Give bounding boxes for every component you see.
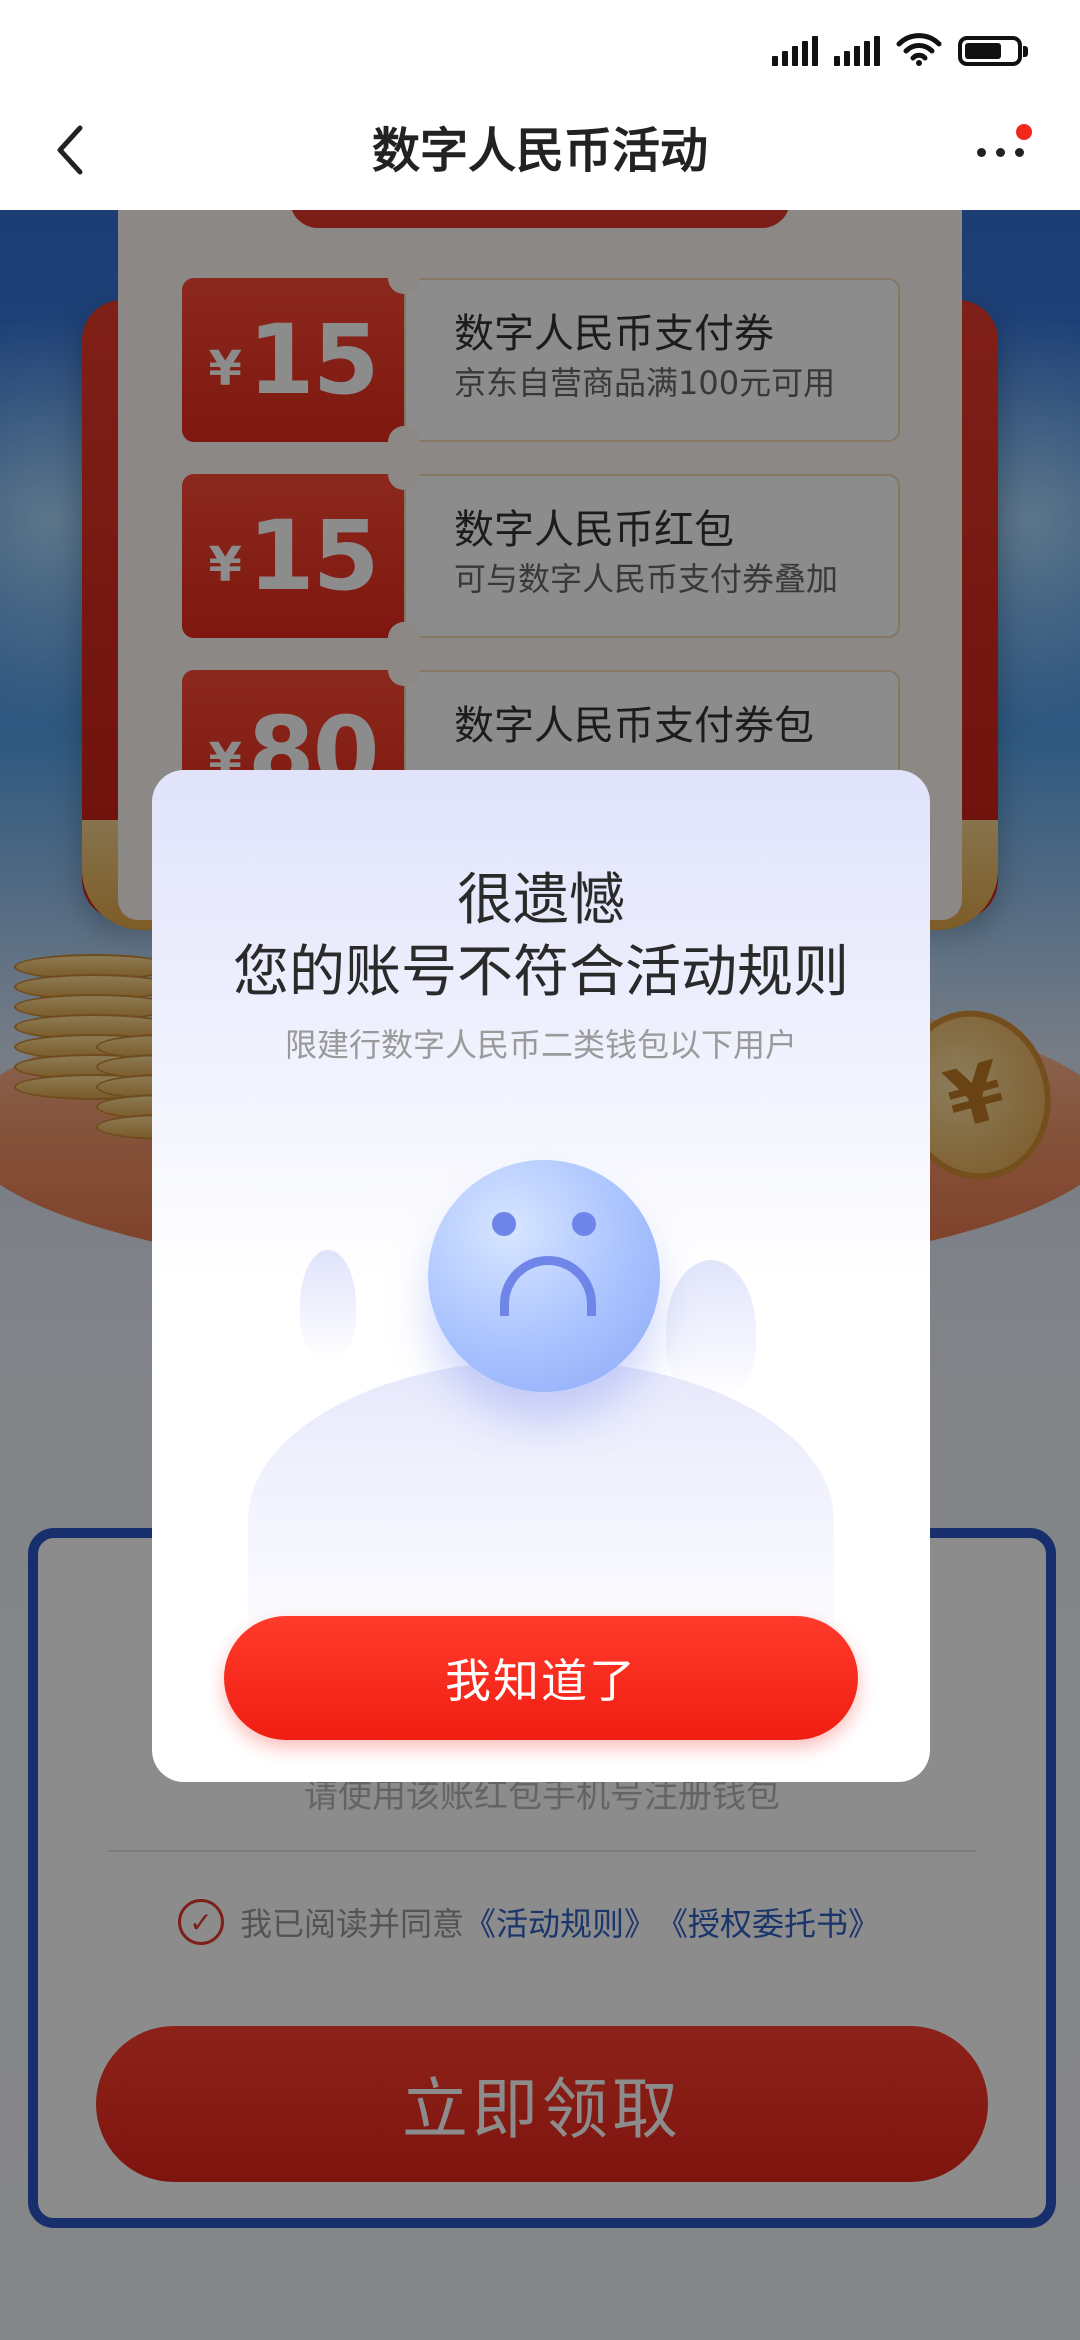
signal-icon: [834, 36, 880, 66]
notification-dot: [1016, 124, 1032, 140]
sad-face-icon: [428, 1160, 660, 1392]
sad-face-illustration: [152, 1160, 930, 1680]
signal-icon: [772, 36, 818, 66]
dialog-title-secondary: 您的账号不符合活动规则: [233, 940, 849, 1005]
chevron-left-icon: [50, 122, 90, 182]
back-button[interactable]: [50, 112, 130, 192]
status-icons: [772, 26, 1028, 66]
more-button[interactable]: [960, 122, 1040, 182]
dialog-title: 很遗憾: [457, 868, 625, 933]
status-bar: [0, 0, 1080, 92]
nav-bar: 数字人民币活动: [0, 92, 1080, 210]
dialog-subtitle: 限建行数字人民币二类钱包以下用户: [284, 1026, 797, 1064]
wifi-icon: [896, 32, 942, 66]
bubble-decoration: [300, 1250, 356, 1360]
got-it-button[interactable]: 我知道了: [224, 1616, 858, 1740]
page-title: 数字人民币活动: [371, 123, 708, 179]
more-dots-icon: [976, 147, 1024, 157]
bubble-decoration: [666, 1260, 756, 1400]
ineligible-dialog: 很遗憾 您的账号不符合活动规则 限建行数字人民币二类钱包以下用户 我知道了: [152, 770, 930, 1782]
battery-icon: [958, 36, 1028, 66]
